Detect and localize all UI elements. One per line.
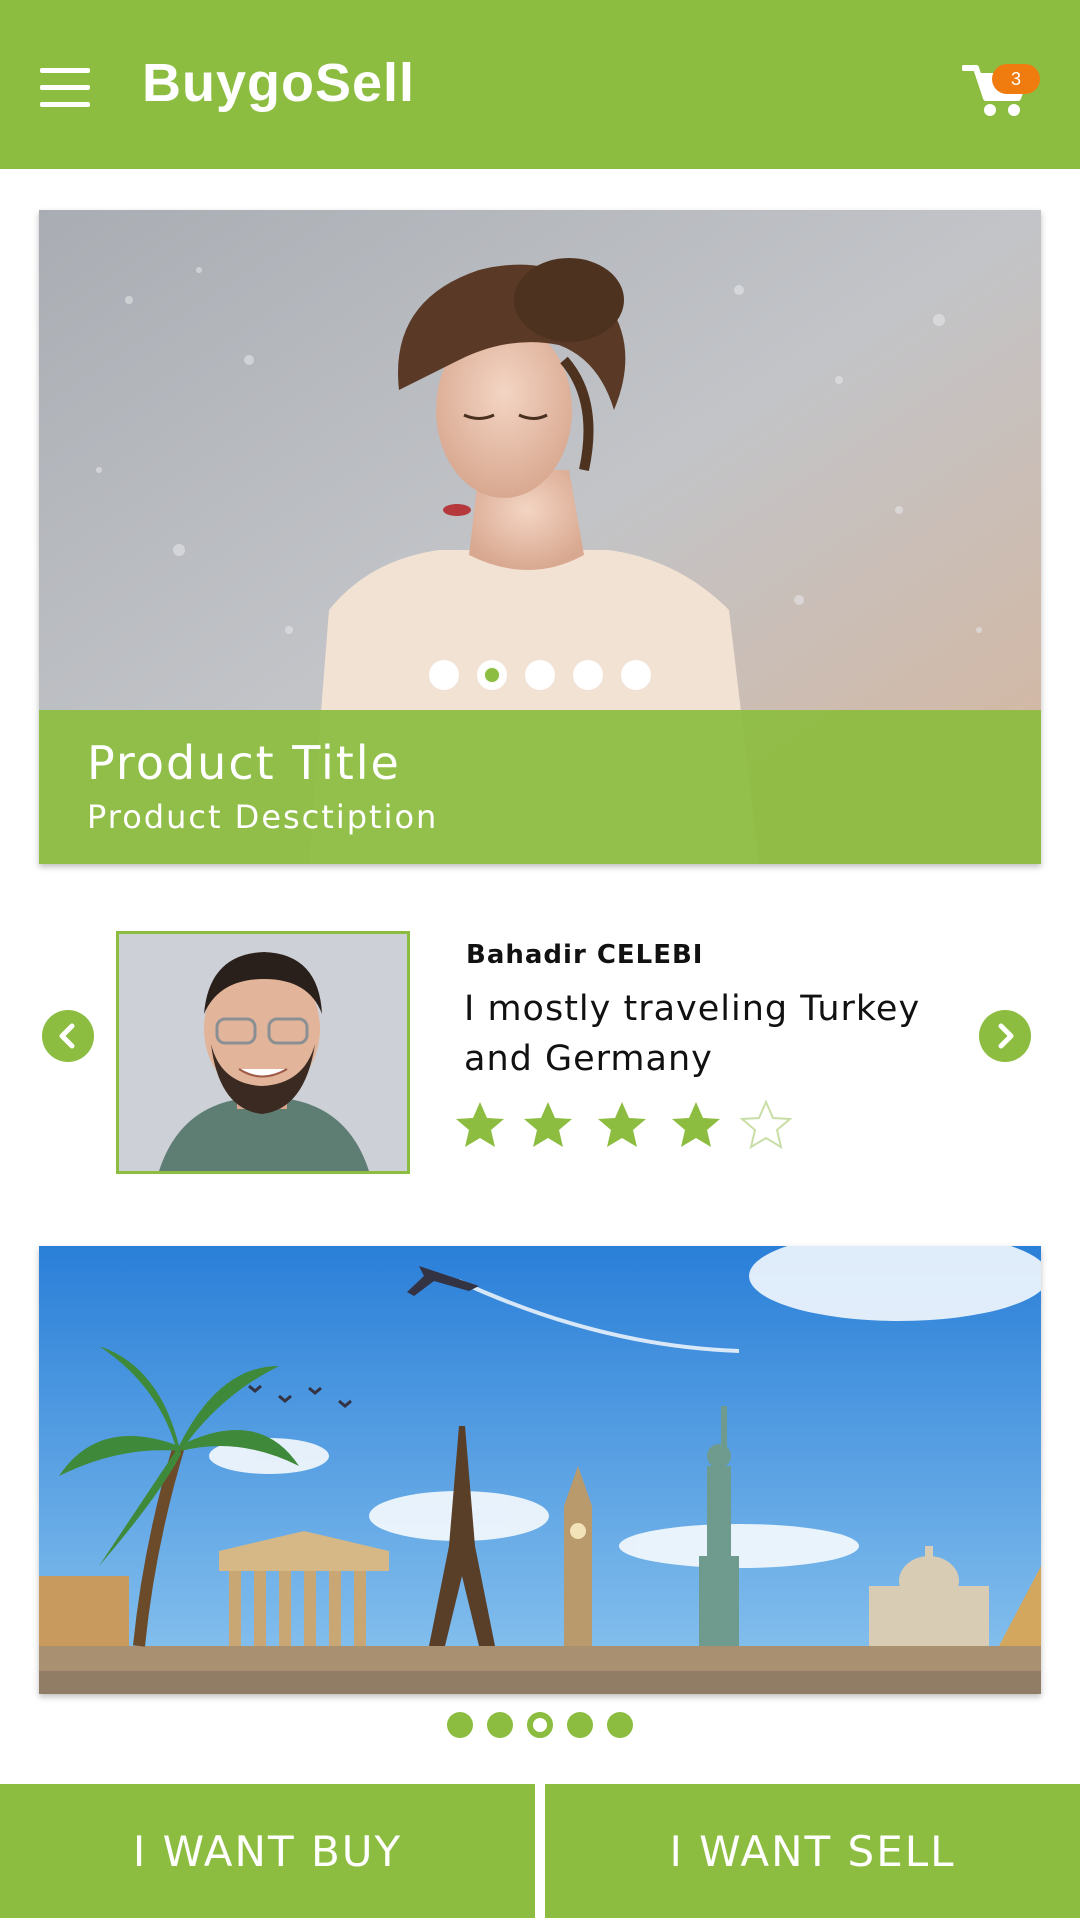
chevron-left-icon[interactable] (42, 1010, 94, 1062)
banner-dot-4[interactable] (567, 1712, 593, 1738)
app-header: BuygoSell 3 (0, 0, 1080, 169)
banner-dot-3-active[interactable] (527, 1712, 553, 1738)
star-filled-icon (524, 1102, 572, 1147)
star-empty-icon (739, 1099, 793, 1150)
product-description: Product Desctiption (87, 798, 439, 836)
hero-pagination (39, 660, 1041, 690)
banner-dot-5[interactable] (607, 1712, 633, 1738)
hero-dot-2-active[interactable] (477, 660, 507, 690)
banner-pagination (0, 1712, 1080, 1740)
hero-dot-1[interactable] (429, 660, 459, 690)
banner-dot-1[interactable] (447, 1712, 473, 1738)
product-caption: Product Title Product Desctiption (39, 710, 1041, 864)
want-buy-button[interactable]: I WANT BUY (0, 1784, 535, 1918)
review-text: I mostly traveling Turkey and Germany (464, 989, 921, 1079)
product-title: Product Title (87, 736, 401, 790)
travel-banner[interactable] (39, 1246, 1041, 1694)
rating-stars (452, 1098, 802, 1154)
reviewer-name: Bahadir CELEBI (466, 940, 704, 970)
star-filled-icon (456, 1102, 504, 1147)
hero-dot-3[interactable] (525, 660, 555, 690)
hero-dot-4[interactable] (573, 660, 603, 690)
travel-landmarks-image (39, 1246, 1041, 1694)
banner-dot-2[interactable] (487, 1712, 513, 1738)
star-filled-icon (672, 1102, 720, 1147)
user-avatar (116, 931, 410, 1174)
hamburger-menu-icon[interactable] (40, 68, 90, 108)
app-title: BuygoSell (142, 53, 416, 113)
star-filled-icon (598, 1102, 646, 1147)
want-sell-button[interactable]: I WANT SELL (545, 1784, 1080, 1918)
hero-dot-5[interactable] (621, 660, 651, 690)
chevron-right-icon[interactable] (979, 1010, 1031, 1062)
product-slider[interactable]: Product Title Product Desctiption (39, 210, 1041, 864)
cart-count-badge: 3 (992, 64, 1040, 94)
